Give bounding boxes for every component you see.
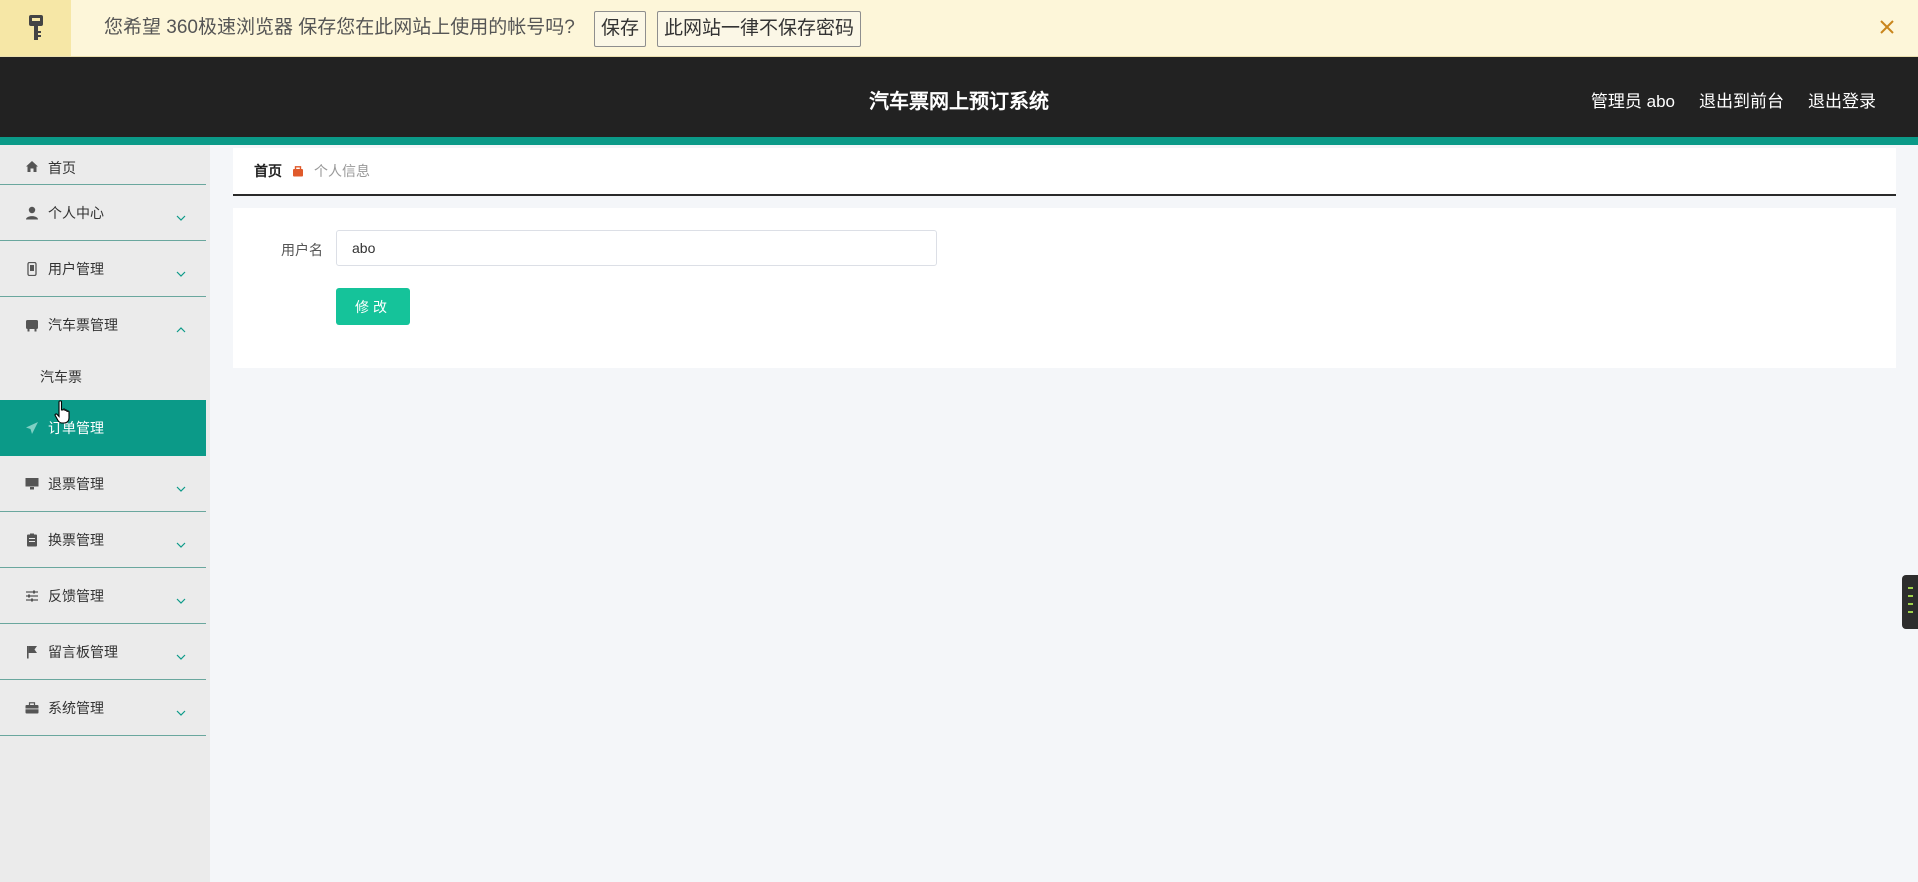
breadcrumb-current: 个人信息 (314, 163, 370, 179)
send-icon (24, 420, 40, 436)
sidebar-item-label: 用户管理 (48, 260, 104, 277)
user-icon (24, 205, 40, 221)
top-header: 汽车票网上预订系统 管理员 abo 退出到前台 退出登录 (0, 57, 1918, 137)
sidebar-item-label: 系统管理 (48, 699, 104, 716)
sidebar-item-label: 留言板管理 (48, 643, 118, 660)
sidebar-item-personal-center[interactable]: 个人中心 (0, 185, 206, 241)
username-label: 用户名 (281, 242, 323, 258)
logout-link[interactable]: 退出登录 (1808, 87, 1876, 112)
hand-cursor-icon (54, 400, 72, 429)
sidebar-item-label: 个人中心 (48, 204, 104, 221)
bag-icon (292, 165, 304, 177)
exit-to-front-link[interactable]: 退出到前台 (1699, 87, 1784, 112)
sidebar-subitem-ticket[interactable]: 汽车票 (0, 353, 206, 400)
modify-button[interactable]: 修改 (336, 288, 410, 325)
phone-icon (24, 261, 40, 277)
chevron-down-icon (176, 535, 186, 551)
header-accent-strip (0, 137, 1918, 145)
sidebar-item-user-management[interactable]: 用户管理 (0, 241, 206, 297)
chevron-down-icon (176, 479, 186, 495)
sidebar: 首页 个人中心 用户管理 汽车票管理 汽车票 订单管理 退票管理 换票管理 反馈… (0, 145, 210, 882)
chevron-down-icon (176, 647, 186, 663)
sliders-icon (24, 588, 40, 604)
sidebar-item-feedback-management[interactable]: 反馈管理 (0, 568, 206, 624)
chevron-down-icon (176, 591, 186, 607)
monitor-icon (24, 476, 40, 492)
sidebar-item-ticket-management[interactable]: 汽车票管理 (0, 297, 206, 353)
sidebar-item-refund-management[interactable]: 退票管理 (0, 456, 206, 512)
sidebar-item-home[interactable]: 首页 (0, 145, 206, 185)
username-input[interactable] (336, 230, 937, 266)
flag-icon (24, 644, 40, 660)
password-save-message: 您希望 360极速浏览器 保存您在此网站上使用的帐号吗? (104, 17, 575, 38)
sidebar-item-system-management[interactable]: 系统管理 (0, 680, 206, 736)
close-icon[interactable] (1876, 16, 1898, 38)
sidebar-item-label: 反馈管理 (48, 587, 104, 604)
home-icon (24, 158, 40, 174)
never-save-button[interactable]: 此网站一律不保存密码 (657, 11, 862, 47)
chevron-down-icon (176, 208, 186, 224)
breadcrumb-home[interactable]: 首页 (254, 161, 282, 181)
sidebar-item-order-management[interactable]: 订单管理 (0, 400, 206, 456)
key-icon (0, 0, 71, 56)
side-panel-handle[interactable] (1902, 575, 1918, 629)
chevron-up-icon (176, 320, 186, 336)
clipboard-icon (24, 532, 40, 548)
breadcrumb: 首页 个人信息 (233, 148, 1896, 196)
password-save-bar: 您希望 360极速浏览器 保存您在此网站上使用的帐号吗? 保存 此网站一律不保存… (0, 0, 1918, 57)
save-password-button[interactable]: 保存 (594, 11, 647, 47)
sidebar-item-label: 首页 (48, 160, 76, 176)
bus-icon (24, 317, 40, 333)
admin-link[interactable]: 管理员 abo (1591, 87, 1675, 112)
sidebar-item-label: 退票管理 (48, 475, 104, 492)
sidebar-item-label: 汽车票管理 (48, 317, 118, 333)
profile-form: 用户名 修改 (233, 208, 1896, 368)
chevron-down-icon (176, 703, 186, 719)
sidebar-item-label: 换票管理 (48, 531, 104, 548)
sidebar-item-message-board[interactable]: 留言板管理 (0, 624, 206, 680)
sidebar-item-exchange-management[interactable]: 换票管理 (0, 512, 206, 568)
briefcase-icon (24, 700, 40, 716)
chevron-down-icon (176, 264, 186, 280)
sidebar-subitem-label: 汽车票 (40, 368, 82, 385)
